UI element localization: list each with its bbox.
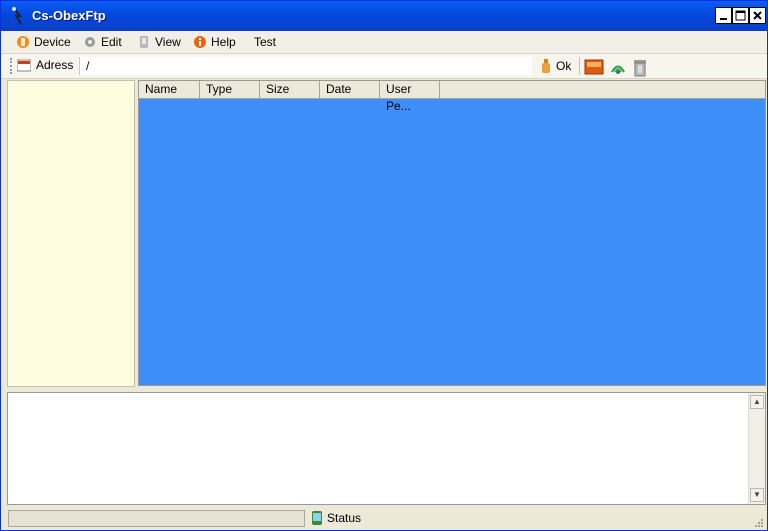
trash-icon[interactable]: [630, 57, 650, 77]
app-window: Cs-ObexFtp Device Edit View Help Test Ad…: [0, 0, 768, 531]
column-header-type[interactable]: Type: [200, 81, 260, 98]
column-header-date[interactable]: Date: [320, 81, 380, 98]
status-icon: [312, 511, 322, 525]
menu-device[interactable]: Device: [16, 34, 71, 50]
address-label-text: Adress: [36, 58, 74, 72]
menu-help[interactable]: Help: [193, 34, 236, 50]
file-list[interactable]: Name Type Size Date User Pe...: [138, 80, 766, 386]
window-title: Cs-ObexFtp: [32, 8, 106, 23]
minimize-icon: [720, 18, 727, 20]
address-icon: [17, 59, 31, 71]
ok-button-label: Ok: [556, 59, 572, 73]
close-icon: [753, 11, 762, 20]
toolbar-grip[interactable]: [10, 58, 14, 74]
column-header-user-permissions[interactable]: User Pe...: [380, 81, 440, 113]
address-toolbar: Adress Ok: [1, 54, 767, 79]
app-icon: [12, 7, 22, 25]
status-panel: Status: [311, 511, 361, 525]
scroll-up-button[interactable]: ▲: [750, 395, 764, 409]
menu-device-label: Device: [34, 35, 71, 49]
address-input[interactable]: [79, 57, 532, 75]
close-button[interactable]: [749, 7, 766, 24]
view-icon: [140, 36, 148, 48]
resize-grip-icon[interactable]: [753, 517, 763, 527]
menu-bar: Device Edit View Help Test: [1, 31, 767, 54]
output-log[interactable]: ▲ ▼: [7, 392, 766, 505]
info-icon: [194, 36, 206, 48]
connect-icon[interactable]: [584, 57, 604, 77]
maximize-button[interactable]: [732, 7, 749, 24]
menu-help-label: Help: [211, 35, 236, 49]
minimize-button[interactable]: [715, 7, 732, 24]
menu-edit-label: Edit: [101, 35, 122, 49]
status-label: Status: [327, 511, 362, 525]
file-list-header: Name Type Size Date User Pe...: [139, 81, 765, 113]
device-icon: [17, 36, 29, 48]
address-label: Adress: [17, 58, 73, 72]
toolbar-separator: [579, 57, 580, 75]
ok-button[interactable]: Ok: [541, 57, 571, 75]
menu-test[interactable]: Test: [254, 34, 276, 50]
scroll-down-button[interactable]: ▼: [750, 488, 764, 502]
column-header-name[interactable]: Name: [139, 81, 200, 98]
horizontal-splitter[interactable]: [1, 387, 767, 391]
folder-tree[interactable]: [7, 80, 135, 387]
vertical-scrollbar[interactable]: ▲ ▼: [748, 393, 765, 504]
column-header-size[interactable]: Size: [260, 81, 320, 98]
menu-view-label: View: [155, 35, 181, 49]
title-bar[interactable]: Cs-ObexFtp: [1, 1, 767, 31]
status-bar: Status: [1, 508, 767, 530]
menu-edit[interactable]: Edit: [83, 34, 122, 50]
ok-icon: [542, 59, 550, 73]
menu-test-label: Test: [254, 35, 277, 49]
gear-icon: [85, 37, 95, 47]
maximize-icon: [735, 10, 746, 21]
menu-view[interactable]: View: [137, 34, 181, 50]
status-field: [8, 510, 305, 527]
signal-icon[interactable]: [608, 57, 628, 77]
